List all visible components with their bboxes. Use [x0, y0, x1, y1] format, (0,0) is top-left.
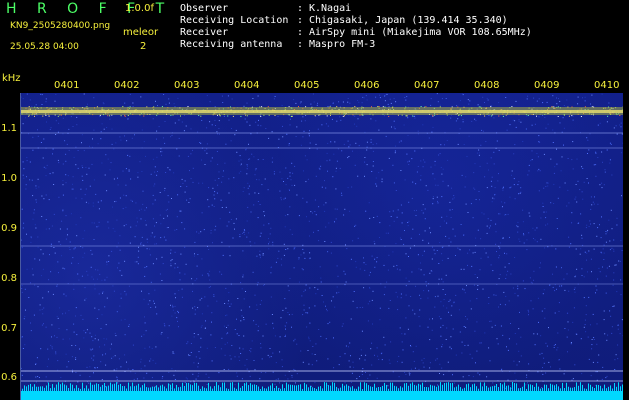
meleor-label: meleor — [123, 27, 159, 38]
y-tick-0.8: 0.8 — [1, 273, 17, 284]
receiver-key: Receiver — [180, 27, 229, 38]
version-label: 1.0.0f — [125, 3, 154, 14]
x-tick-0408: 0408 — [474, 80, 500, 91]
receiver-colon: : — [297, 27, 304, 38]
x-tick-0410: 0410 — [594, 80, 620, 91]
datetime-label: 25.05.28 04:00 — [10, 42, 79, 52]
y-tick-1.0: 1.0 — [1, 173, 17, 184]
antenna-key: Receiving antenna — [180, 39, 283, 50]
antenna-value: Maspro FM-3 — [309, 39, 376, 50]
y-tick-0.9: 0.9 — [1, 223, 17, 234]
x-tick-0402: 0402 — [114, 80, 140, 91]
x-tick-0407: 0407 — [414, 80, 440, 91]
receiver-value: AirSpy mini (Miakejima VOR 108.65MHz) — [309, 27, 532, 38]
observer-colon: : — [297, 3, 304, 14]
y-tick-0.7: 0.7 — [1, 323, 17, 334]
meleor-count: 2 — [140, 41, 147, 52]
antenna-colon: : — [297, 39, 304, 50]
location-value: Chigasaki, Japan (139.414 35.340) — [309, 15, 508, 26]
filename-label: KN9_2505280400.png — [10, 21, 111, 31]
x-tick-0403: 0403 — [174, 80, 200, 91]
plot-frame — [20, 93, 623, 400]
observer-key: Observer — [180, 3, 229, 14]
location-colon: : — [297, 15, 304, 26]
x-tick-0406: 0406 — [354, 80, 380, 91]
x-tick-0404: 0404 — [234, 80, 260, 91]
y-tick-1.1: 1.1 — [1, 123, 17, 134]
x-tick-0401: 0401 — [54, 80, 80, 91]
x-tick-0409: 0409 — [534, 80, 560, 91]
x-tick-0405: 0405 — [294, 80, 320, 91]
frequency-unit-label: kHz — [2, 73, 21, 84]
y-tick-0.6: 0.6 — [1, 372, 17, 383]
location-key: Receiving Location — [180, 15, 289, 26]
observer-value: K.Nagai — [309, 3, 352, 14]
